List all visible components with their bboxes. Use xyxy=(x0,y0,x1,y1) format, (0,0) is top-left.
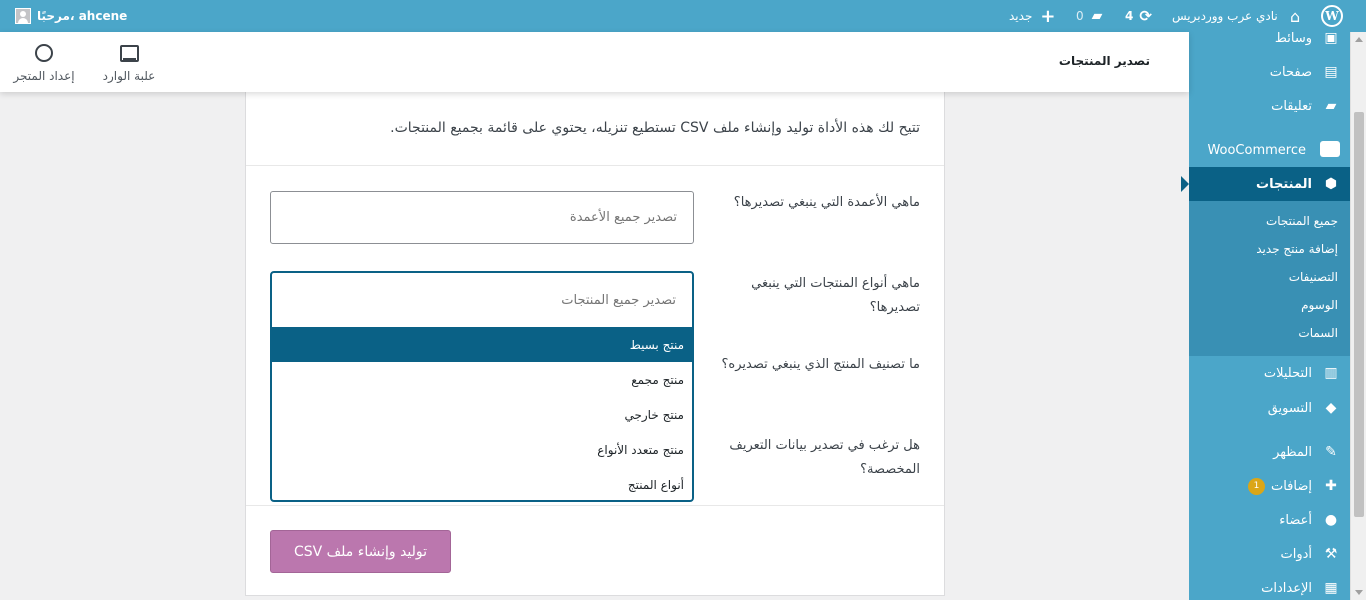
greeting-text: مرحبًا، ahcene xyxy=(37,9,128,23)
submenu-attributes[interactable]: السمات xyxy=(1298,326,1338,340)
columns-placeholder: تصدير جميع الأعمدة xyxy=(569,210,677,225)
products-icon: ⬢ xyxy=(1324,176,1338,192)
appearance-icon: ✎ xyxy=(1325,444,1337,460)
sidebar-item-products[interactable]: ⬢ المنتجات xyxy=(1181,167,1350,201)
option-variable-product[interactable]: منتج متعدد الأنواع xyxy=(272,432,692,467)
store-setup-label: إعداد المتجر xyxy=(13,69,75,83)
scroll-up-icon[interactable] xyxy=(1355,37,1363,42)
sidebar-item-analytics[interactable]: ▥ التحليلات xyxy=(1189,356,1350,390)
page-scrollbar[interactable] xyxy=(1350,32,1366,600)
woocommerce-icon: woo xyxy=(1320,141,1340,157)
admin-sidebar: ▣ وسائط ▤ صفحات ▰ تعليقات woo WooCommerc… xyxy=(1181,30,1350,600)
submenu-tags[interactable]: الوسوم xyxy=(1301,298,1338,312)
meta-question-label: هل ترغب في تصدير بيانات التعريف المخصصة؟ xyxy=(729,438,920,477)
product-types-question-label: ماهي أنواع المنتجات التي ينبغي تصديرها؟ xyxy=(751,276,920,315)
comments-icon: ▰ xyxy=(1325,98,1337,114)
pages-icon: ▤ xyxy=(1324,64,1338,80)
product-types-select[interactable]: تصدير جميع المنتجات منتج بسيط منتج مجمع … xyxy=(270,271,694,502)
updates-link[interactable]: 4 ⟳ xyxy=(1125,0,1152,32)
new-content-link[interactable]: جديد + xyxy=(1009,0,1055,32)
sidebar-item-users[interactable]: ● أعضاء xyxy=(1189,503,1350,537)
product-types-search-input[interactable]: تصدير جميع المنتجات xyxy=(272,273,692,327)
sidebar-item-label: الإعدادات xyxy=(1261,580,1312,596)
columns-select-field[interactable]: تصدير جميع الأعمدة xyxy=(270,191,694,244)
submenu-add-new-product[interactable]: إضافة منتج جديد xyxy=(1256,242,1338,256)
sidebar-item-woocommerce[interactable]: woo WooCommerce xyxy=(1189,133,1350,167)
inbox-icon xyxy=(119,44,139,62)
divider xyxy=(246,165,944,166)
new-label: جديد xyxy=(1009,9,1033,23)
avatar-icon xyxy=(15,8,31,24)
columns-question-label: ماهي الأعمدة التي ينبغي تصديرها؟ xyxy=(733,195,920,210)
sidebar-item-label: أعضاء xyxy=(1279,512,1312,528)
comment-bubble-icon: ▰ xyxy=(1091,8,1103,24)
sidebar-item-label: المنتجات xyxy=(1256,176,1312,192)
woocommerce-header: تصدير المنتجات علبة الوارد إعداد المتجر xyxy=(0,32,1189,92)
sidebar-item-media[interactable]: ▣ وسائط xyxy=(1189,21,1350,55)
products-submenu: جميع المنتجات إضافة منتج جديد التصنيفات … xyxy=(1189,201,1350,356)
scrollbar-thumb[interactable] xyxy=(1354,112,1364,517)
intro-text: تتيح لك هذه الأداة توليد وإنشاء ملف CSV … xyxy=(390,120,920,136)
sidebar-item-label: المظهر xyxy=(1273,444,1312,460)
media-icon: ▣ xyxy=(1324,30,1338,46)
sidebar-item-label: تعليقات xyxy=(1271,98,1312,114)
sidebar-item-label: التسويق xyxy=(1267,400,1312,416)
sidebar-item-label: أدوات xyxy=(1280,546,1312,562)
sidebar-item-label: إضافات xyxy=(1270,478,1312,494)
sidebar-item-label: وسائط xyxy=(1274,30,1312,46)
product-types-placeholder: تصدير جميع المنتجات xyxy=(561,292,676,308)
scroll-down-icon[interactable] xyxy=(1355,590,1363,595)
plus-icon: + xyxy=(1040,5,1056,27)
category-question-label: ما تصنيف المنتج الذي ينبغي تصديره؟ xyxy=(721,357,920,372)
submenu-categories[interactable]: التصنيفات xyxy=(1289,270,1338,284)
generate-csv-button[interactable]: توليد وإنشاء ملف CSV xyxy=(270,530,451,573)
plugins-update-badge: 1 xyxy=(1247,477,1265,495)
store-setup-button[interactable]: إعداد المتجر xyxy=(4,41,84,83)
sidebar-item-label: التحليلات xyxy=(1263,365,1312,381)
option-simple-product[interactable]: منتج بسيط xyxy=(272,327,692,362)
updates-count: 4 xyxy=(1125,9,1134,23)
option-grouped-product[interactable]: منتج مجمع xyxy=(272,362,692,397)
plugins-icon: ✚ xyxy=(1325,478,1337,494)
submenu-all-products[interactable]: جميع المنتجات xyxy=(1266,214,1338,228)
settings-icon: ▦ xyxy=(1324,580,1338,596)
tools-icon: ⚒ xyxy=(1324,546,1338,562)
export-products-card: تتيح لك هذه الأداة توليد وإنشاء ملف CSV … xyxy=(245,92,945,596)
comments-link[interactable]: 0 ▰ xyxy=(1076,0,1102,32)
inbox-label: علبة الوارد xyxy=(102,69,156,83)
admin-bar: W ⌂ نادي عرب ووردبريس 4 ⟳ 0 ▰ جديد + مرح… xyxy=(0,0,1366,32)
divider xyxy=(246,505,944,506)
sidebar-item-label: WooCommerce xyxy=(1207,142,1306,158)
inbox-button[interactable]: علبة الوارد xyxy=(89,41,169,83)
analytics-icon: ▥ xyxy=(1324,365,1338,381)
sidebar-item-settings[interactable]: ▦ الإعدادات xyxy=(1189,571,1350,600)
comments-count: 0 xyxy=(1076,9,1084,23)
option-external-product[interactable]: منتج خارجي xyxy=(272,397,692,432)
sidebar-item-comments[interactable]: ▰ تعليقات xyxy=(1189,89,1350,123)
page-title: تصدير المنتجات xyxy=(1058,54,1150,68)
sidebar-item-plugins[interactable]: ✚ إضافات 1 xyxy=(1189,469,1350,503)
sidebar-item-appearance[interactable]: ✎ المظهر xyxy=(1189,435,1350,469)
my-account-link[interactable]: مرحبًا، ahcene xyxy=(10,0,127,32)
sidebar-item-marketing[interactable]: ◆ التسويق xyxy=(1189,391,1350,425)
sidebar-item-label: صفحات xyxy=(1269,64,1312,80)
progress-circle-icon xyxy=(35,44,53,62)
marketing-icon: ◆ xyxy=(1325,400,1337,416)
refresh-icon: ⟳ xyxy=(1139,7,1152,25)
sidebar-item-tools[interactable]: ⚒ أدوات xyxy=(1189,537,1350,571)
users-icon: ● xyxy=(1324,512,1338,528)
sidebar-item-pages[interactable]: ▤ صفحات xyxy=(1189,55,1350,89)
option-product-variations[interactable]: أنواع المنتج xyxy=(272,467,692,500)
